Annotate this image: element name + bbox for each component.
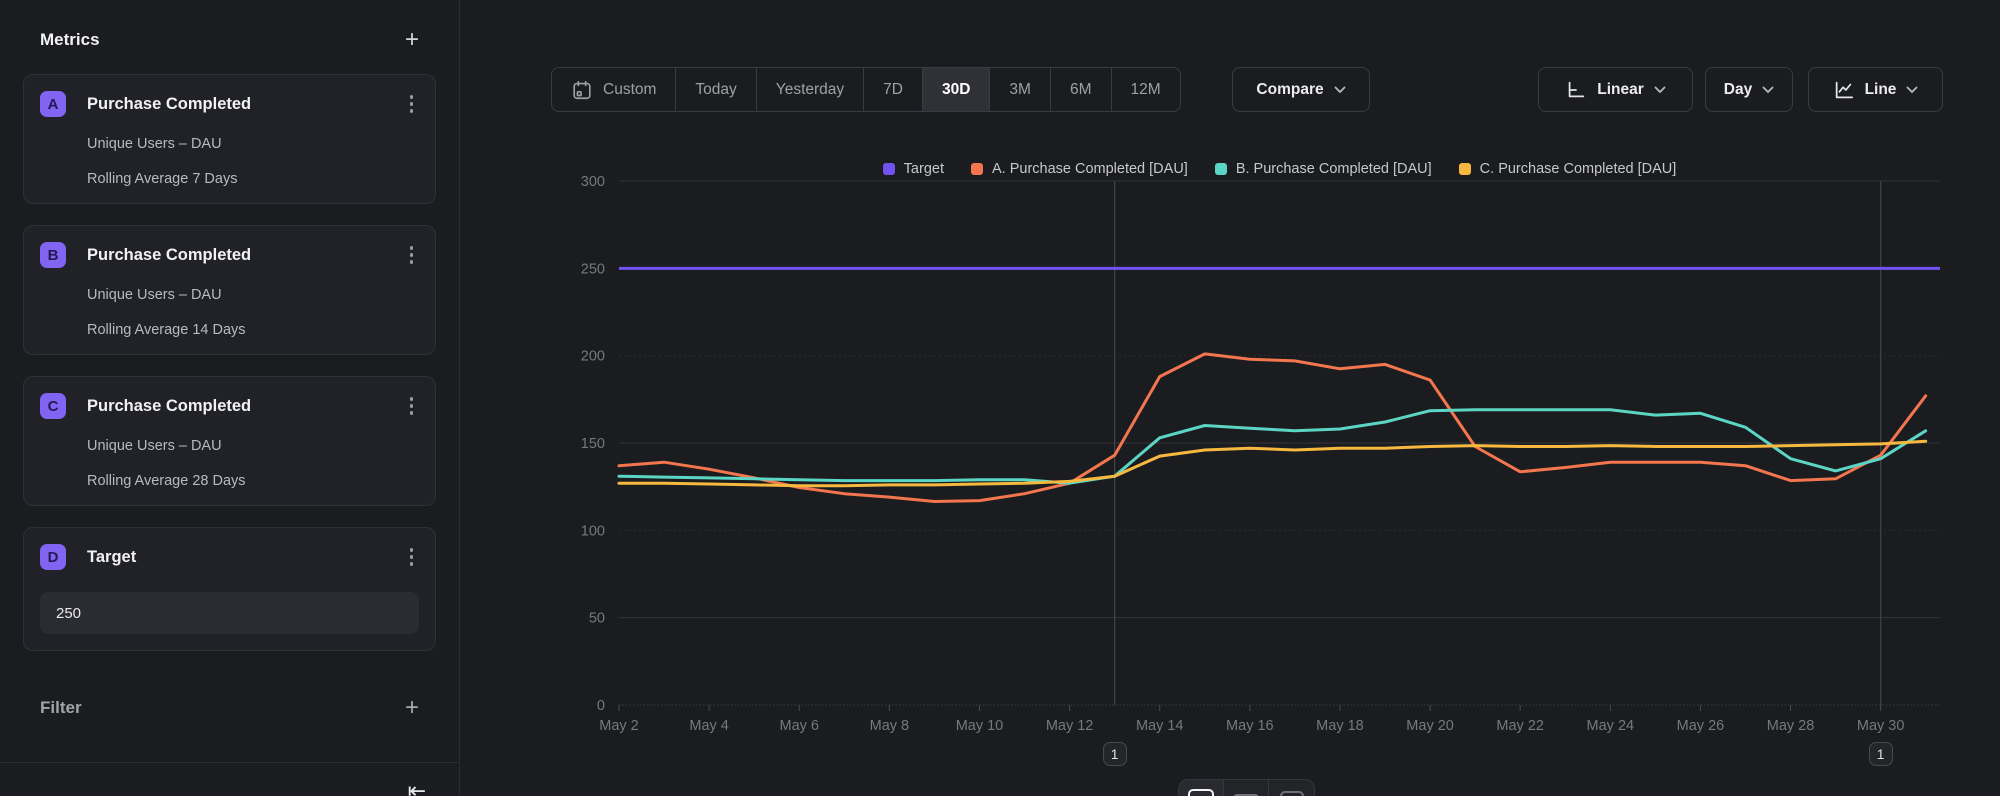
add-metric-icon[interactable]: + (405, 31, 419, 49)
x-axis-tick-label: May 2 (599, 718, 639, 734)
x-axis-tick-label: May 24 (1587, 718, 1635, 734)
x-axis-tick-label: May 18 (1316, 718, 1364, 734)
y-axis-tick-label: 150 (581, 436, 605, 452)
y-axis-tick-label: 200 (581, 349, 605, 365)
target-card-title-row: D Target (40, 544, 419, 570)
chart-panel: Custom Today Yesterday 7D 30D 3M 6M 12M … (460, 0, 2000, 796)
metric-rollup-c: Rolling Average 28 Days (87, 473, 419, 489)
more-options-icon[interactable] (404, 91, 420, 117)
x-axis-tick-label: May 26 (1677, 718, 1725, 734)
x-axis-tick-label: May 30 (1857, 718, 1905, 734)
x-axis-tick-label: May 22 (1496, 718, 1544, 734)
metric-title-a: Purchase Completed (87, 95, 404, 114)
large-chart-icon (1188, 789, 1214, 796)
x-axis-tick-label: May 16 (1226, 718, 1274, 734)
metric-rollup-b: Rolling Average 14 Days (87, 322, 419, 338)
metric-card-c[interactable]: C Purchase Completed Unique Users – DAU … (23, 376, 436, 506)
metrics-section-title: Metrics (40, 30, 100, 50)
y-axis-tick-label: 0 (597, 698, 605, 714)
chart-size-small-button[interactable] (1269, 780, 1314, 796)
metric-measure-a: Unique Users – DAU (87, 136, 419, 152)
x-axis-tick-label: May 6 (779, 718, 819, 734)
x-axis-tick-label: May 8 (870, 718, 910, 734)
y-axis-tick-label: 50 (589, 611, 605, 627)
y-axis-tick-label: 100 (581, 523, 605, 539)
metric-card-c-title-row: C Purchase Completed (40, 393, 419, 419)
chart-size-large-button[interactable] (1179, 780, 1224, 796)
metric-card-a-title-row: A Purchase Completed (40, 91, 419, 117)
metric-rollup-a: Rolling Average 7 Days (87, 171, 419, 187)
metric-card-b[interactable]: B Purchase Completed Unique Users – DAU … (23, 225, 436, 355)
metric-badge-d: D (40, 544, 66, 570)
y-axis-tick-label: 300 (581, 174, 605, 190)
metric-badge-a: A (40, 91, 66, 117)
filter-section-title: Filter (40, 698, 82, 718)
metric-badge-c: C (40, 393, 66, 419)
x-axis-tick-label: May 4 (689, 718, 729, 734)
filter-header: Filter + (23, 672, 436, 718)
more-options-icon[interactable] (404, 544, 420, 570)
chart-size-switcher (1178, 779, 1315, 796)
y-axis-tick-label: 250 (581, 261, 605, 277)
add-filter-icon[interactable]: + (405, 699, 419, 717)
target-value-input[interactable]: 250 (40, 592, 419, 634)
sidebar-divider (0, 762, 460, 763)
metric-badge-b: B (40, 242, 66, 268)
line-chart[interactable]: 0 50 100 150 200 250 300 May 2 May 4 May 6 May 8 Ma… (460, 0, 2000, 796)
more-options-icon[interactable] (404, 242, 420, 268)
metrics-dashboard: Metrics + A Purchase Completed Unique Us… (0, 0, 2000, 796)
annotation-badge[interactable]: 1 (1869, 742, 1893, 766)
x-axis-tick-label: May 20 (1406, 718, 1454, 734)
more-options-icon[interactable] (404, 393, 420, 419)
metric-measure-b: Unique Users – DAU (87, 287, 419, 303)
chart-size-medium-button[interactable] (1224, 780, 1269, 796)
metric-card-b-title-row: B Purchase Completed (40, 242, 419, 268)
metrics-sidebar: Metrics + A Purchase Completed Unique Us… (0, 0, 460, 796)
target-card[interactable]: D Target 250 (23, 527, 436, 651)
x-axis-tick-label: May 10 (956, 718, 1004, 734)
metric-title-b: Purchase Completed (87, 246, 404, 265)
metric-measure-c: Unique Users – DAU (87, 438, 419, 454)
collapse-sidebar-icon[interactable]: ⇤ (408, 778, 426, 796)
x-axis-tick-label: May 12 (1046, 718, 1094, 734)
metric-card-a[interactable]: A Purchase Completed Unique Users – DAU … (23, 74, 436, 204)
target-title: Target (87, 548, 404, 567)
annotation-badge[interactable]: 1 (1103, 742, 1127, 766)
metrics-header: Metrics + (23, 0, 436, 74)
small-chart-icon (1280, 791, 1304, 796)
x-axis-tick-label: May 14 (1136, 718, 1184, 734)
x-axis-tick-label: May 28 (1767, 718, 1815, 734)
metric-title-c: Purchase Completed (87, 397, 404, 416)
